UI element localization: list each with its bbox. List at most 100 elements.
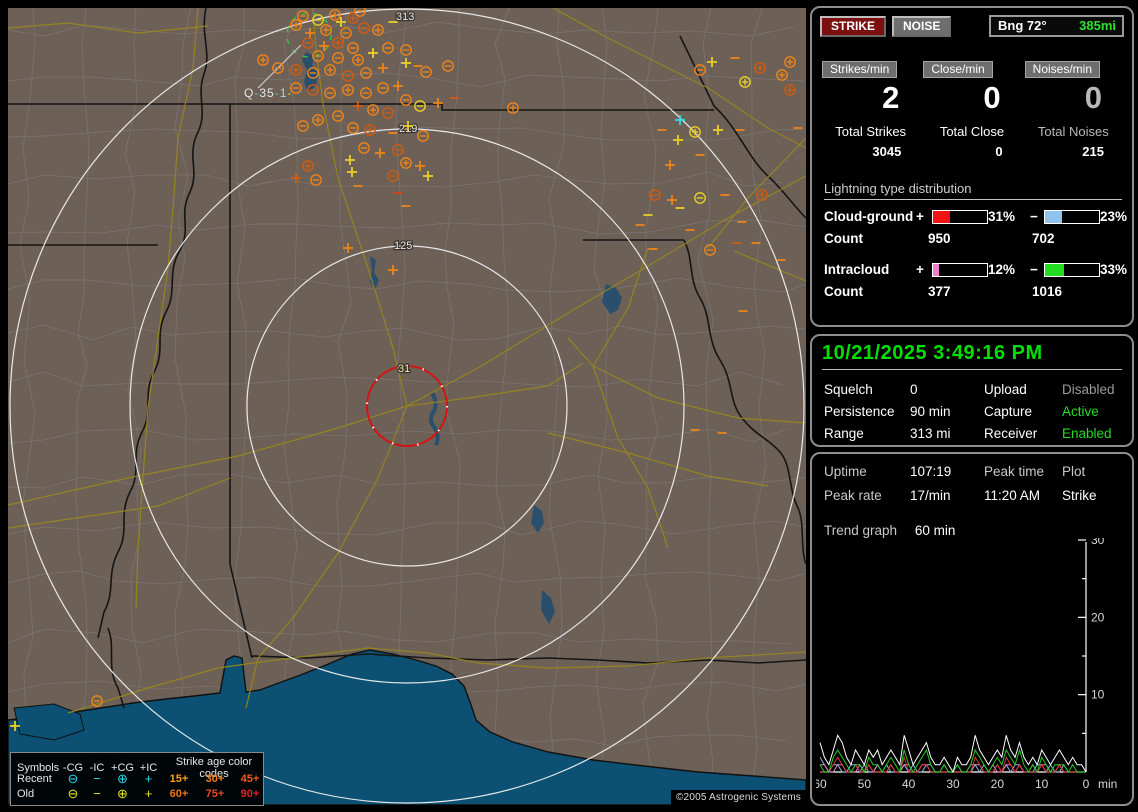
map-legend: Symbols -CG -IC +CG +IC Strike age color code…	[10, 752, 264, 806]
plot-value: Strike	[1062, 488, 1097, 503]
noises-counter: Noises/min 0 Total Noises 215	[1023, 60, 1124, 159]
stats-panel: STRIKE NOISE Bng 72° 385mi Strikes/min 2…	[810, 6, 1134, 327]
cloud-ground-label: Cloud-ground	[824, 209, 914, 224]
receiver-status: Enabled	[1062, 426, 1112, 441]
trend-x-tick: 60	[816, 777, 827, 791]
close-counter: Close/min 0 Total Close 0	[921, 60, 1022, 159]
range-label: Range	[824, 426, 864, 441]
uptime-grid: Uptime 107:19 Peak time Plot Peak rate 1…	[824, 464, 1122, 503]
distribution-header: Lightning type distribution	[824, 181, 1122, 200]
minus-sign: −	[1030, 209, 1038, 224]
trend-y-tick: 10	[1091, 688, 1105, 702]
squelch-label: Squelch	[824, 382, 873, 397]
cg-plus-count: 950	[928, 231, 951, 246]
strikes-per-min-value: 2	[882, 80, 900, 115]
copyright-label: ©2005 Astrogenic Systems	[670, 790, 806, 805]
legend-symbol-glyph: +	[144, 771, 153, 786]
ring-label-125: 125	[394, 240, 412, 252]
legend-age-badge: 75+	[205, 787, 225, 800]
uptime-value: 107:19	[910, 464, 952, 479]
total-noises-label: Total Noises	[1037, 124, 1109, 139]
plot-label: Plot	[1062, 464, 1086, 479]
legend-age-badge: 30+	[205, 772, 225, 785]
bearing-value: Bng 72°	[998, 18, 1047, 33]
plus-sign: +	[916, 209, 924, 224]
ic-minus-bar	[1044, 262, 1100, 277]
close-per-min-chip: Close/min	[923, 61, 993, 78]
lightning-map[interactable]: 313 219 125 31 Q-35-1- Symbols -CG -IC +CG +…	[8, 8, 806, 806]
cg-minus-pct: 23%	[1100, 209, 1128, 224]
legend-symbol-glyph: −	[93, 771, 101, 786]
distance-value: 385mi	[1079, 18, 1116, 33]
count-label: Count	[824, 284, 863, 299]
trend-graph-window: 60 min	[914, 523, 956, 538]
receiver-label: Receiver	[984, 426, 1038, 441]
trend-graph-label: Trend graph	[824, 523, 898, 538]
peak-rate-value: 17/min	[910, 488, 951, 503]
total-strikes-label: Total Strikes	[835, 124, 907, 139]
legend-row-label: Old	[17, 787, 35, 800]
legend-age-badge: 90+	[240, 787, 260, 800]
trend-x-tick: 30	[946, 777, 960, 791]
capture-label: Capture	[984, 404, 1033, 419]
peak-rate-label: Peak rate	[824, 488, 882, 503]
total-strikes-value: 3045	[872, 144, 902, 159]
noises-per-min-chip: Noises/min	[1024, 61, 1101, 78]
count-label: Count	[824, 231, 863, 246]
minus-sign: −	[1030, 262, 1038, 277]
intracloud-label: Intracloud	[824, 262, 890, 277]
close-per-min-value: 0	[983, 80, 1001, 115]
trend-x-tick: 0	[1083, 777, 1090, 791]
nexstorm-window: { "toolbar":{"strike_label":"STRIKE","no…	[0, 0, 1138, 812]
cg-minus-bar	[1044, 209, 1100, 224]
peak-time-label: Peak time	[984, 464, 1045, 479]
trend-series-green	[819, 748, 1086, 774]
trend-x-unit: min	[1098, 777, 1117, 791]
trend-y-tick: 20	[1091, 610, 1105, 624]
strikes-per-min-chip: Strikes/min	[822, 61, 898, 78]
bearing-readout: Bng 72° 385mi	[989, 15, 1124, 37]
ic-plus-pct: 12%	[988, 262, 1016, 277]
toolbar: STRIKE NOISE Bng 72° 385mi	[820, 15, 1124, 37]
legend-symbol-glyph: ⊖	[67, 771, 79, 786]
capture-status: Active	[1062, 404, 1099, 419]
storm-cell-label: Q-35-1-	[244, 86, 292, 100]
map-canvas: 313 219 125 31 Q-35-1-	[8, 8, 806, 805]
status-panel: 10/21/2025 3:49:16 PM Squelch 0 Upload D…	[810, 334, 1134, 447]
legend-symbol-glyph: −	[93, 786, 101, 801]
trend-graph: 10 20 30 60 50 40 30 20 10 0 min	[816, 538, 1117, 791]
ic-plus-bar	[932, 262, 988, 277]
ic-minus-pct: 33%	[1100, 262, 1128, 277]
cloud-ground-counts: Count 950 702	[824, 231, 1132, 246]
plus-sign: +	[916, 262, 924, 277]
persistence-label: Persistence	[824, 404, 895, 419]
total-noises-value: 215	[1082, 144, 1104, 159]
trend-x-tick: 50	[858, 777, 872, 791]
upload-label: Upload	[984, 382, 1027, 397]
total-close-value: 0	[995, 144, 1003, 159]
peak-time-value: 11:20 AM	[984, 488, 1041, 503]
intracloud-counts: Count 377 1016	[824, 284, 1132, 299]
trend-x-tick: 20	[991, 777, 1005, 791]
persistence-value: 90 min	[910, 404, 951, 419]
uptime-panel: Uptime 107:19 Peak time Plot Peak rate 1…	[810, 452, 1134, 806]
legend-row-label: Recent	[17, 772, 52, 785]
cg-plus-pct: 31%	[988, 209, 1016, 224]
strike-toggle-button[interactable]: STRIKE	[820, 15, 887, 37]
legend-age-badge: 60+	[169, 787, 189, 800]
trend-series-total	[819, 734, 1087, 774]
cg-minus-count: 702	[1032, 231, 1055, 246]
legend-symbol-glyph: ⊖	[67, 786, 79, 801]
datetime-display: 10/21/2025 3:49:16 PM	[822, 342, 1122, 370]
cloud-ground-row: Cloud-ground + 31% − 23%	[824, 209, 1132, 224]
ring-label-313: 313	[396, 11, 414, 23]
strikes-counter: Strikes/min 2 Total Strikes 3045	[820, 60, 921, 159]
noise-toggle-button[interactable]: NOISE	[892, 15, 952, 37]
trend-y-tick: 30	[1091, 538, 1105, 547]
legend-symbol-glyph: ⊕	[117, 771, 128, 786]
range-value: 313 mi	[910, 426, 951, 441]
rate-counters: Strikes/min 2 Total Strikes 3045 Close/m…	[820, 60, 1124, 159]
upload-status: Disabled	[1062, 382, 1115, 397]
legend-age-badge: 45+	[240, 772, 260, 785]
legend-symbol-glyph: +	[144, 786, 153, 801]
